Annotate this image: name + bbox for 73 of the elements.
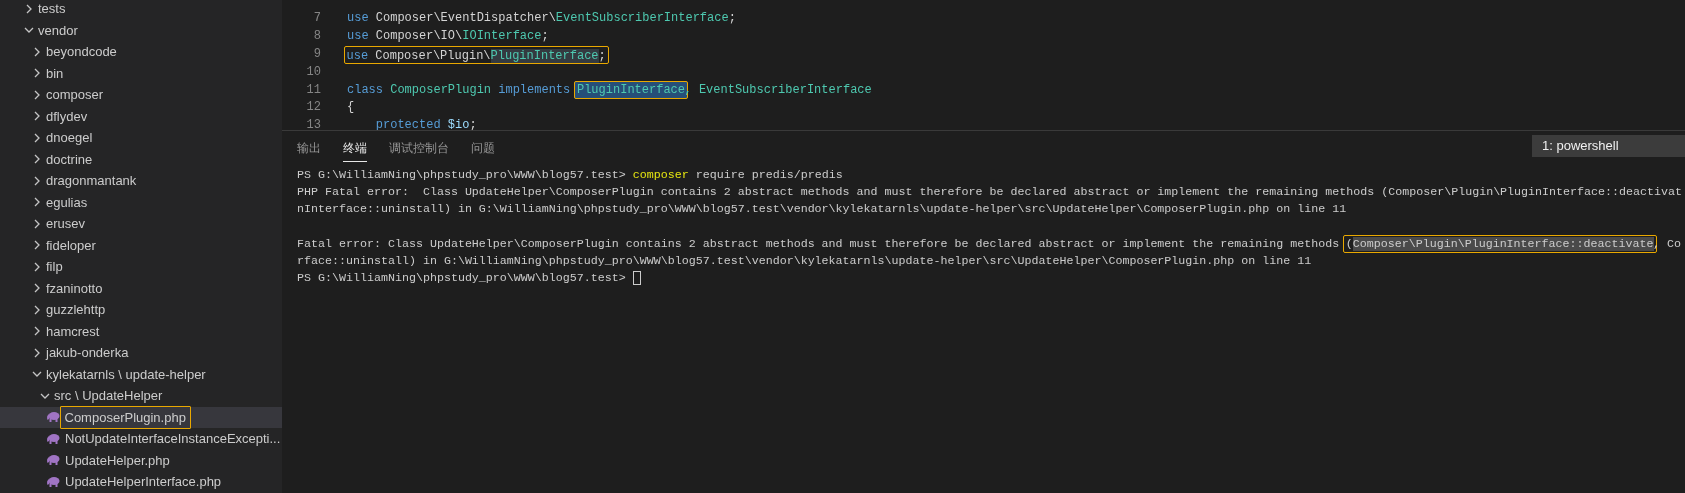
folder-name: composer xyxy=(46,86,104,104)
tree-item[interactable]: kylekatarnls \ update-helper xyxy=(0,363,282,385)
terminal-dropdown[interactable]: 1: powershell xyxy=(1532,135,1685,157)
elephant-icon xyxy=(46,475,60,488)
line-number: 13 xyxy=(305,117,321,130)
terminal-line: nInterface::uninstall) in G:\WilliamNing\phpstudy_pro\WWW\blog57.test\vendor\kylekatarnls\update-helper\src\UpdateHelper\ComposerPlugin.php on line 11 xyxy=(297,202,1347,217)
tree-item[interactable]: NotUpdateInterfaceInstanceExcepti... xyxy=(0,428,282,450)
terminal-line: rface::uninstall) in G:\WilliamNing\phpstudy_pro\WWW\blog57.test\vendor\kylekatarnls\update-helper\src\UpdateHelper\ComposerPlugin.php on line 11 xyxy=(297,253,1312,268)
tree-item[interactable]: erusev xyxy=(0,213,282,235)
tree-item[interactable]: guzzlehttp xyxy=(0,299,282,321)
tree-item[interactable]: dragonmantank xyxy=(0,170,282,192)
code-line: use Composer\EventDispatcher\EventSubscriberInterface; xyxy=(347,10,736,27)
line-number: 8 xyxy=(312,27,321,45)
panel-tab[interactable]: 终端 xyxy=(343,135,367,163)
tree-item[interactable]: egulias xyxy=(0,191,282,213)
folder-name: fideloper xyxy=(46,236,96,255)
tree-item[interactable]: doctrine xyxy=(0,148,282,170)
tree-item[interactable]: vendor xyxy=(0,19,282,41)
folder-name: src \ UpdateHelper xyxy=(54,387,163,405)
folder-name: tests xyxy=(38,0,66,18)
folder-name: kylekatarnls \ update-helper xyxy=(46,365,206,384)
folder-name: fzaninotto xyxy=(46,279,103,298)
tree-item[interactable]: UpdateHelper.php xyxy=(0,449,282,471)
line-number: 9 xyxy=(312,45,321,63)
folder-name: vendor xyxy=(38,21,78,40)
terminal-line: Fatal error: Class UpdateHelper\ComposerPlugin contains 2 abstract methods and must therefore be declared abstract or implement the remaining methods (Composer\Plugin\PluginInterface::deactivate, Co xyxy=(297,236,1681,251)
folder-name: bin xyxy=(46,64,64,83)
tree-item[interactable]: composer xyxy=(0,84,282,106)
tree-item[interactable]: tests xyxy=(0,0,282,20)
terminal-line: PHP Fatal error: Class UpdateHelper\ComposerPlugin contains 2 abstract methods and must therefore be declared abstract or implement the remaining methods (Composer\Plugin\PluginInterface::deactivat xyxy=(297,185,1682,200)
code-line: use Composer\IO\IOInterface; xyxy=(347,27,549,45)
terminal-line: PS G:\WilliamNing\phpstudy_pro\WWW\blog57.test> composer require predis/predis xyxy=(297,168,843,182)
tree-item[interactable]: fzaninotto xyxy=(0,277,282,299)
tree-item[interactable]: src \ UpdateHelper xyxy=(0,385,282,407)
folder-name: filp xyxy=(46,258,63,276)
code-line: protected $io; xyxy=(374,117,477,130)
tree-item[interactable]: ComposerPlugin.php xyxy=(0,406,282,428)
line-number: 12 xyxy=(305,99,321,117)
line-number: 7 xyxy=(312,10,321,27)
tree-item[interactable]: beyondcode xyxy=(0,41,282,63)
tree-item[interactable]: hamcrest xyxy=(0,320,282,342)
tree-item[interactable]: jakub-onderka xyxy=(0,342,282,364)
folder-name: dnoegel xyxy=(46,129,93,147)
folder-name: guzzlehttp xyxy=(46,301,106,319)
folder-name: jakub-onderka xyxy=(46,344,129,362)
elephant-icon xyxy=(46,432,60,445)
code-line: { xyxy=(347,99,355,117)
panel-tab[interactable]: 问题 xyxy=(471,136,495,162)
file-name: NotUpdateInterfaceInstanceExcepti... xyxy=(65,430,281,448)
tree-item[interactable]: dnoegel xyxy=(0,127,282,149)
folder-name: dragonmantank xyxy=(46,172,137,190)
panel-tab[interactable]: 输出 xyxy=(297,136,321,162)
tree-item[interactable]: filp xyxy=(0,256,282,278)
folder-name: erusev xyxy=(46,215,86,233)
code-line: class ComposerPlugin implements PluginInterface, EventSubscriberInterface xyxy=(347,81,872,100)
tree-item[interactable]: bin xyxy=(0,62,282,84)
elephant-icon xyxy=(46,454,60,467)
tree-item[interactable]: UpdateHelperInterface.php xyxy=(0,471,282,493)
line-number: 10 xyxy=(305,63,321,81)
terminal-line: PS G:\WilliamNing\phpstudy_pro\WWW\blog57.test> xyxy=(297,271,627,286)
file-name: ComposerPlugin.php xyxy=(59,405,191,429)
elephant-icon xyxy=(46,411,60,424)
file-name: UpdateHelperInterface.php xyxy=(65,473,222,491)
folder-name: hamcrest xyxy=(46,322,100,341)
tree-item[interactable]: dflydev xyxy=(0,105,282,127)
folder-name: doctrine xyxy=(46,150,93,169)
panel-tab[interactable]: 调试控制台 xyxy=(389,136,449,162)
line-number: 11 xyxy=(305,81,321,99)
folder-name: egulias xyxy=(46,193,88,212)
file-name: UpdateHelper.php xyxy=(65,451,170,470)
folder-name: dflydev xyxy=(46,107,88,126)
folder-name: beyondcode xyxy=(46,43,117,61)
tree-item[interactable]: fideloper xyxy=(0,234,282,256)
